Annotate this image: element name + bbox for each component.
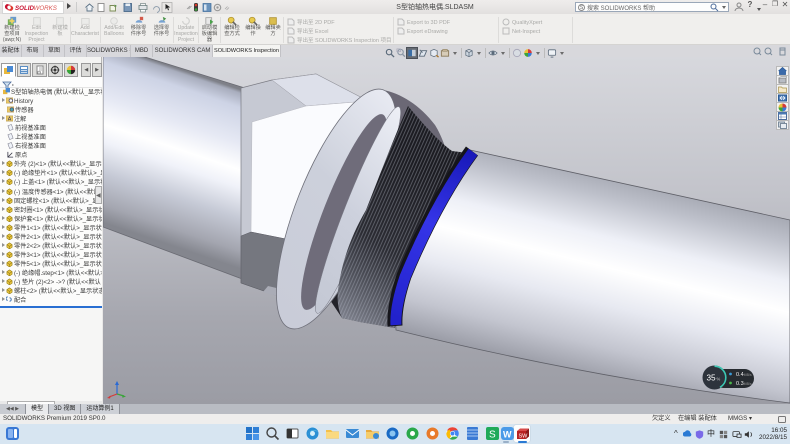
svg-text:SOLID: SOLID: [15, 5, 34, 12]
svg-text:SW: SW: [519, 434, 529, 440]
svg-text:S: S: [489, 430, 496, 441]
svg-text:35: 35: [707, 374, 717, 383]
svg-text:A: A: [8, 117, 12, 122]
svg-text:WORKS: WORKS: [34, 5, 58, 12]
svg-text:W: W: [503, 430, 512, 440]
svg-text:%: %: [717, 377, 721, 382]
